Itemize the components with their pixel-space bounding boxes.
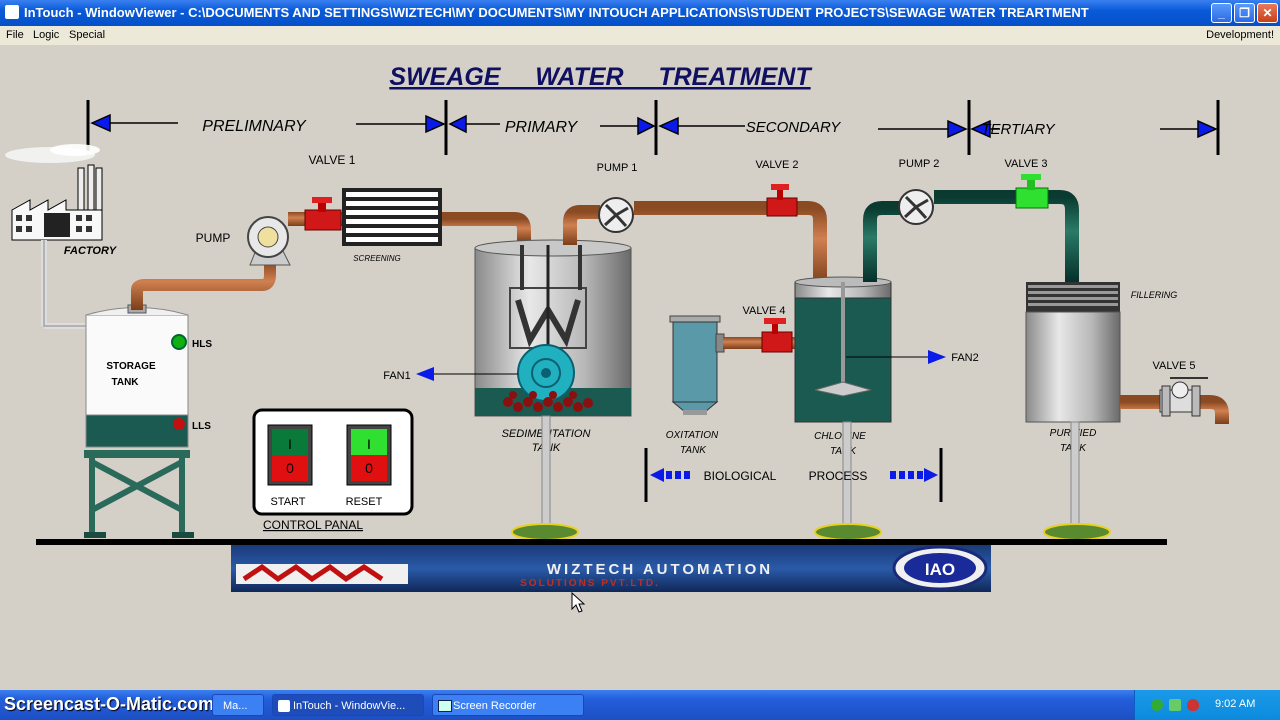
purified-leg [1070, 421, 1080, 527]
diagram-title: SWEAGE WATER TREATMENT [389, 63, 813, 91]
start-on-glyph: I [288, 436, 292, 452]
sed-base [511, 523, 579, 541]
tray-app-icon[interactable] [1169, 699, 1181, 711]
minimize-button[interactable]: _ [1211, 3, 1232, 23]
valve-4-label: VALVE 4 [742, 305, 785, 317]
network-icon[interactable] [1151, 699, 1163, 711]
valve-3-label: VALVE 3 [1004, 158, 1047, 170]
valve-2-label: VALVE 2 [755, 159, 798, 171]
taskbar-item-intouch[interactable]: InTouch - WindowVie... [272, 694, 424, 716]
oxitation-label-2: TANK [680, 445, 707, 456]
stage-primary: PRIMARY [505, 119, 579, 136]
pump-icon[interactable] [247, 216, 291, 266]
fan2-label: FAN2 [951, 352, 979, 364]
control-panel-label: CONTROL PANAL [263, 518, 363, 532]
chlorine-tank[interactable] [794, 276, 946, 423]
screening-label: SCREENING [353, 254, 401, 263]
clock[interactable]: 9:02 AM [1215, 698, 1255, 710]
iao-badge: IAO [925, 560, 955, 579]
storage-tank-label: STORAGE [106, 361, 156, 372]
reset-button[interactable] [346, 424, 392, 486]
intouch-task-icon [278, 700, 290, 712]
fan1-icon[interactable] [517, 344, 575, 402]
pipe-pump2-filter [934, 190, 1079, 282]
start-button[interactable] [267, 424, 313, 486]
stage-secondary: SECONDARY [746, 119, 841, 136]
banner-sub: SOLUTIONS PVT.LTD. [520, 578, 660, 589]
process-label: PROCESS [809, 469, 868, 483]
taskbar-item-screen-recorder[interactable]: Screen Recorder [432, 694, 584, 716]
taskbar-item-intouch-label: InTouch - WindowVie... [293, 700, 406, 712]
start-label: START [270, 496, 305, 508]
security-shield-icon[interactable] [1187, 699, 1199, 711]
title-bar: InTouch - WindowViewer - C:\DOCUMENTS AN… [0, 0, 1280, 26]
hls-indicator [171, 334, 187, 350]
oxitation-tank[interactable] [669, 315, 725, 415]
menu-file[interactable]: File [6, 29, 24, 41]
pipe-pump1-chlorine [634, 201, 827, 285]
intouch-app-icon [5, 5, 19, 19]
chlorine-base [814, 523, 882, 541]
reset-off-glyph: 0 [365, 460, 373, 476]
start-off-glyph: 0 [286, 460, 294, 476]
biological-process-marker [644, 448, 943, 502]
fan1-label: FAN1 [383, 370, 411, 382]
purified-tank[interactable] [1025, 282, 1121, 423]
pump-2-label: PUMP 2 [899, 158, 940, 170]
menu-development[interactable]: Development! [1206, 29, 1274, 41]
valve-1[interactable] [304, 197, 342, 231]
banner-brand: WIZTECH AUTOMATION [547, 561, 773, 578]
reset-on-glyph: I [367, 436, 371, 452]
sedimentation-tank[interactable] [474, 239, 632, 417]
pipe-screening-sed [442, 212, 531, 242]
ground-line [36, 539, 1167, 545]
pump-label: PUMP [196, 231, 231, 245]
window-title: InTouch - WindowViewer - C:\DOCUMENTS AN… [24, 5, 1089, 20]
close-button[interactable]: ✕ [1257, 3, 1278, 23]
reset-label: RESET [346, 496, 383, 508]
lls-indicator [173, 418, 185, 430]
taskbar-item-1[interactable]: Ma... [212, 694, 264, 716]
biological-label: BIOLOGICAL [704, 469, 777, 483]
pipe-storage-pump [131, 262, 276, 310]
valve-4[interactable] [761, 318, 793, 353]
recorder-task-icon [438, 700, 452, 712]
taskbar-item-recorder-label: Screen Recorder [453, 700, 537, 712]
valve-5-label: VALVE 5 [1152, 360, 1195, 372]
valve-1-label: VALVE 1 [309, 153, 356, 167]
pump-2-icon[interactable] [898, 189, 934, 225]
maximize-button[interactable]: ❐ [1234, 3, 1255, 23]
company-banner: WIZTECH AUTOMATION SOLUTIONS PVT.LTD. IA… [231, 545, 991, 592]
pump-1-icon[interactable] [598, 197, 634, 233]
menu-bar: File Logic Special Development! [0, 26, 1280, 46]
sed-leg [541, 415, 551, 527]
taskbar: Screencast-O-Matic.com Ma... InTouch - W… [0, 690, 1280, 720]
factory-icon [5, 144, 103, 241]
stage-preliminary: PRELIMNARY [202, 118, 307, 135]
menu-logic[interactable]: Logic [33, 29, 59, 41]
purified-base [1043, 523, 1111, 541]
pipe-chlorine-pump2 [863, 201, 900, 282]
valve-3[interactable] [1015, 174, 1049, 209]
process-canvas: SWEAGE WATER TREATMENT PRELIMNARY PRIMAR… [0, 45, 1280, 690]
valve-2[interactable] [766, 184, 798, 217]
chlorine-label: CHLORINE [814, 431, 866, 442]
storage-tank-label-2: TANK [111, 377, 139, 388]
mouse-cursor-icon [571, 591, 586, 613]
screening-unit [342, 188, 442, 246]
pump-1-label: PUMP 1 [597, 162, 638, 174]
fillering-label: FILLERING [1131, 290, 1178, 300]
factory-label: FACTORY [64, 245, 118, 257]
menu-special[interactable]: Special [69, 29, 105, 41]
screencast-watermark: Screencast-O-Matic.com [4, 694, 215, 714]
system-tray: 9:02 AM [1134, 690, 1280, 720]
stage-tertiary: TERTIARY [981, 121, 1055, 138]
pipe-sed-pump1 [563, 205, 600, 245]
lls-label: LLS [192, 421, 211, 432]
oxitation-label: OXITATION [666, 430, 719, 441]
hls-label: HLS [192, 339, 212, 350]
